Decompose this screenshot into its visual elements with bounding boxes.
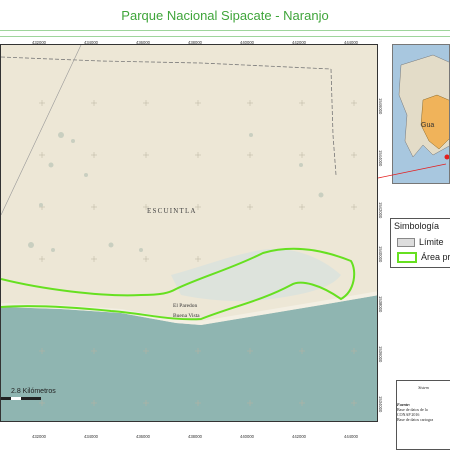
info-title: Sistem — [418, 385, 429, 390]
x-tick: 432000 — [32, 40, 46, 45]
map-title: Parque Nacional Sipacate - Naranjo — [121, 8, 329, 23]
x-tick: 434000 — [84, 434, 98, 439]
x-tick: 438000 — [188, 434, 202, 439]
legend-item-protected-area: Área pr — [397, 252, 450, 264]
x-tick: 434000 — [84, 40, 98, 45]
legend-swatch-area — [397, 252, 417, 264]
legend-label: Límite — [419, 237, 444, 247]
title-divider-bottom — [0, 36, 450, 37]
legend-title: Simbología — [394, 221, 440, 231]
x-tick: 440000 — [240, 434, 254, 439]
x-tick: 438000 — [188, 40, 202, 45]
title-divider-top — [0, 30, 450, 31]
y-tick: 1546000 — [378, 98, 383, 115]
y-tick: 1538000 — [378, 296, 383, 313]
x-tick: 442000 — [292, 434, 306, 439]
x-tick: 444000 — [344, 434, 358, 439]
legend-label: Área pr — [421, 252, 450, 262]
info-box: Sistem Fuente: Base de datos de la CONAP… — [396, 380, 450, 450]
y-tick: 1542000 — [378, 202, 383, 219]
x-tick: 436000 — [136, 434, 150, 439]
scale-label: 2.8 Kilómetros — [11, 388, 56, 395]
inset-country-label: Gua — [421, 122, 434, 129]
x-tick: 444000 — [344, 40, 358, 45]
x-tick: 432000 — [32, 434, 46, 439]
town-label-buenavista: Buena Vista — [173, 313, 200, 319]
legend-swatch-limit — [397, 238, 415, 248]
main-map-frame: ESCUINTLA El Paredon Buena Vista 2.8 Kil… — [0, 44, 378, 422]
scale-bar-segment — [11, 397, 21, 400]
region-label: ESCUINTLA — [147, 207, 197, 215]
x-tick: 436000 — [136, 40, 150, 45]
legend-item-limit: Límite — [397, 237, 444, 248]
town-label-paredon: El Paredon — [173, 303, 198, 309]
y-tick: 1536000 — [378, 346, 383, 363]
main-map[interactable]: ESCUINTLA El Paredon Buena Vista 2.8 Kil… — [1, 45, 378, 422]
y-tick: 1534000 — [378, 396, 383, 413]
info-line: Base de datos cartogra — [397, 417, 434, 422]
legend: Simbología Límite Área pr — [390, 218, 450, 268]
y-tick: 1540000 — [378, 246, 383, 263]
x-tick: 440000 — [240, 40, 254, 45]
x-tick: 442000 — [292, 40, 306, 45]
inset-pointer — [378, 163, 447, 179]
